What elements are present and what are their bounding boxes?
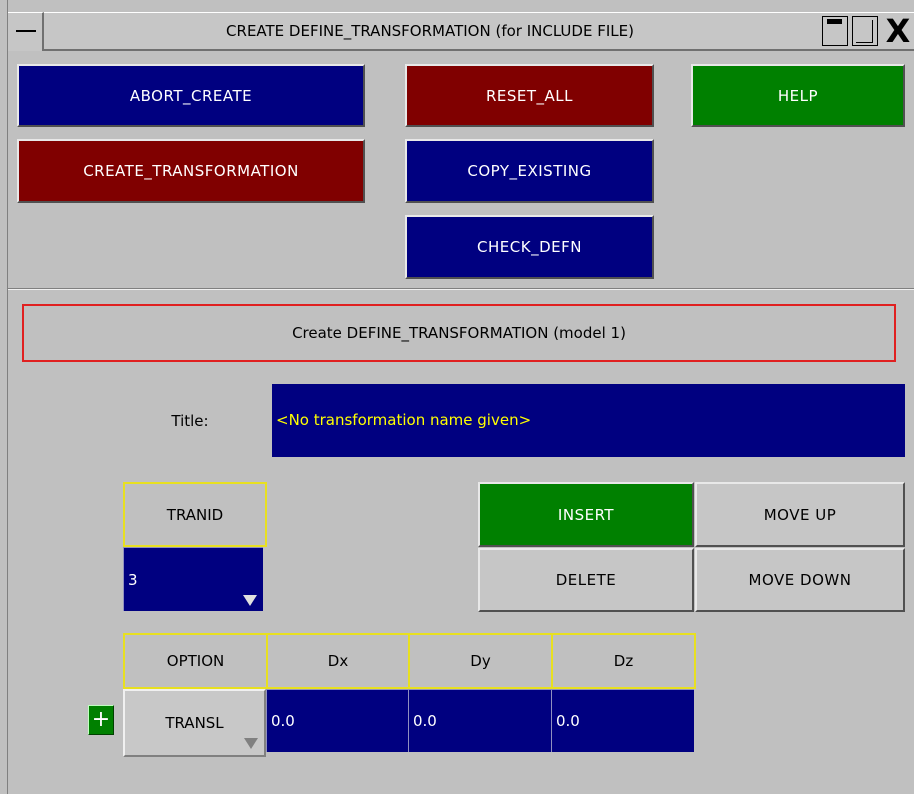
window-title: CREATE DEFINE_TRANSFORMATION (for INCLUD… bbox=[226, 22, 634, 40]
reset-all-button[interactable]: RESET_ALL bbox=[405, 64, 654, 127]
close-icon[interactable]: X bbox=[882, 15, 914, 47]
dropdown-arrow-icon[interactable] bbox=[244, 738, 258, 749]
dx-value: 0.0 bbox=[271, 712, 295, 730]
option-value: TRANSL bbox=[165, 714, 224, 732]
separator bbox=[8, 288, 914, 290]
dy-value: 0.0 bbox=[413, 712, 437, 730]
dz-field[interactable]: 0.0 bbox=[551, 689, 694, 752]
dy-header-label: Dy bbox=[470, 652, 491, 670]
info-message-text: Create DEFINE_TRANSFORMATION (model 1) bbox=[292, 324, 626, 342]
insert-button[interactable]: INSERT bbox=[478, 482, 694, 547]
title-label: Title: bbox=[171, 412, 209, 430]
option-dropdown[interactable]: TRANSL bbox=[123, 689, 266, 757]
dx-field[interactable]: 0.0 bbox=[266, 689, 408, 752]
dx-column-header: Dx bbox=[266, 633, 410, 689]
abort-create-button[interactable]: ABORT_CREATE bbox=[17, 64, 365, 127]
dz-header-label: Dz bbox=[613, 652, 634, 670]
dropdown-arrow-icon[interactable] bbox=[243, 595, 257, 606]
maximize-icon[interactable] bbox=[852, 16, 878, 46]
plus-icon[interactable]: + bbox=[88, 705, 114, 735]
dy-column-header: Dy bbox=[408, 633, 553, 689]
copy-existing-button[interactable]: COPY_EXISTING bbox=[405, 139, 654, 203]
delete-button[interactable]: DELETE bbox=[478, 548, 694, 612]
create-transformation-button[interactable]: CREATE_TRANSFORMATION bbox=[17, 139, 365, 203]
move-down-button[interactable]: MOVE DOWN bbox=[695, 548, 905, 612]
system-menu-icon[interactable] bbox=[8, 12, 44, 51]
title-input[interactable]: <No transformation name given> bbox=[272, 384, 905, 457]
dx-header-label: Dx bbox=[327, 652, 349, 670]
tranid-value: 3 bbox=[128, 570, 138, 589]
info-message-box: Create DEFINE_TRANSFORMATION (model 1) bbox=[22, 304, 896, 362]
dy-field[interactable]: 0.0 bbox=[408, 689, 551, 752]
dz-column-header: Dz bbox=[551, 633, 696, 689]
dz-value: 0.0 bbox=[556, 712, 580, 730]
option-column-header: OPTION bbox=[123, 633, 268, 689]
window-left-edge bbox=[0, 0, 8, 794]
tranid-header-label: TRANID bbox=[166, 505, 224, 524]
minimize-icon[interactable] bbox=[822, 16, 848, 46]
move-up-button[interactable]: MOVE UP bbox=[695, 482, 905, 547]
tranid-field[interactable]: 3 bbox=[123, 547, 263, 611]
option-header-label: OPTION bbox=[166, 652, 225, 670]
help-button[interactable]: HELP bbox=[691, 64, 905, 127]
check-defn-button[interactable]: CHECK_DEFN bbox=[405, 215, 654, 279]
tranid-header: TRANID bbox=[123, 482, 267, 547]
window-controls: X bbox=[818, 12, 914, 51]
